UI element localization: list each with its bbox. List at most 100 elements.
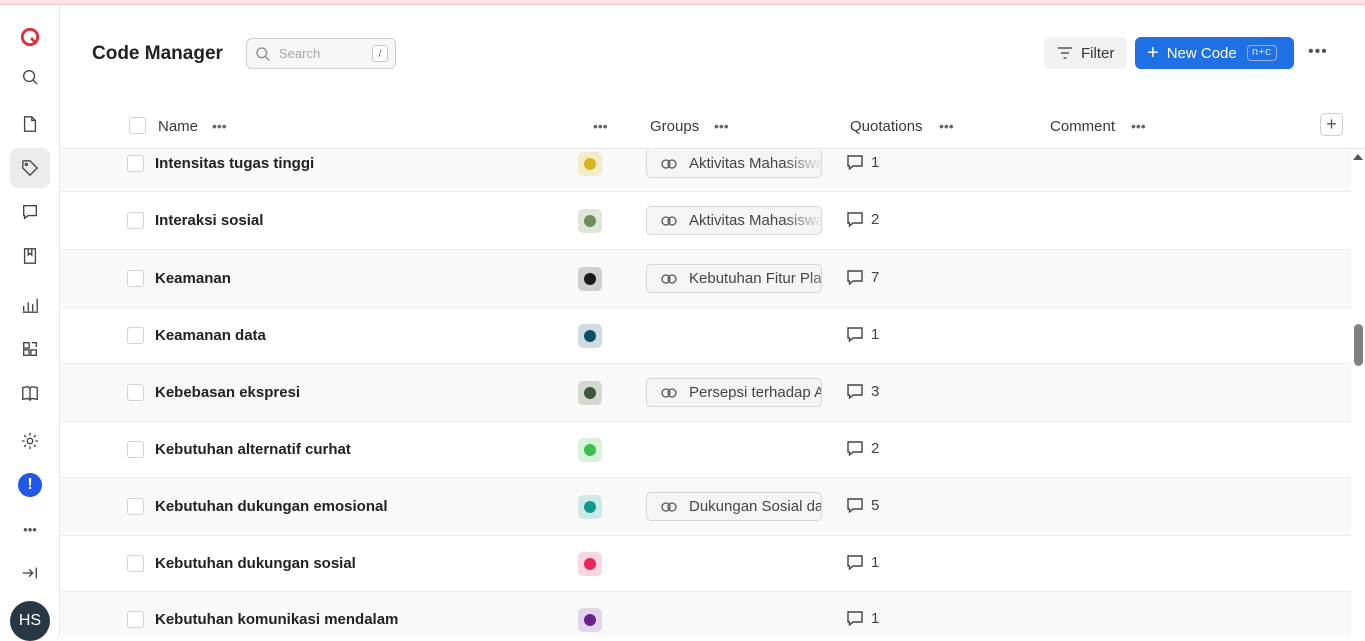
add-column-button[interactable]: + <box>1320 113 1343 136</box>
code-color-swatch[interactable] <box>578 608 602 632</box>
quotation-icon <box>847 441 863 456</box>
search-icon[interactable] <box>10 57 50 97</box>
more-icon[interactable]: ••• <box>10 509 50 549</box>
filter-button[interactable]: Filter <box>1044 37 1127 69</box>
alert-icon[interactable]: ! <box>10 465 50 505</box>
quotation-icon <box>847 555 863 570</box>
quotations-value: 1 <box>871 154 880 171</box>
group-chip[interactable]: Aktivitas Mahasiswa <box>646 206 822 235</box>
table-row[interactable]: Kebebasan ekspresi Persepsi terhadap Anon… <box>61 364 1351 422</box>
quotation-icon <box>847 212 863 227</box>
code-color-swatch[interactable] <box>578 552 602 576</box>
table-row[interactable]: Interaksi sosial Aktivitas Mahasiswa 2 <box>61 192 1351 250</box>
gear-icon[interactable] <box>10 421 50 461</box>
scroll-up-arrow[interactable] <box>1353 154 1363 160</box>
logo-icon[interactable] <box>10 17 50 57</box>
row-checkbox[interactable] <box>127 327 144 344</box>
scrollbar-thumb[interactable] <box>1354 324 1363 366</box>
code-name[interactable]: Kebutuhan komunikasi mendalam <box>155 611 398 628</box>
comment-column-menu[interactable]: ••• <box>1131 118 1146 134</box>
quotations-count[interactable]: 2 <box>847 440 879 457</box>
filter-icon <box>1058 47 1072 59</box>
table-row[interactable]: Keamanan Kebutuhan Fitur Platform 7 <box>61 250 1351 308</box>
color-dot <box>584 558 596 570</box>
book-icon[interactable] <box>10 373 50 413</box>
collapse-icon[interactable] <box>10 553 50 593</box>
row-checkbox[interactable] <box>127 212 144 229</box>
scrollbar[interactable] <box>1353 150 1365 636</box>
quotation-icon <box>847 384 863 399</box>
more-options-button[interactable]: ••• <box>1308 43 1328 61</box>
quotations-value: 1 <box>871 326 880 343</box>
code-color-swatch[interactable] <box>578 381 602 405</box>
group-label: Aktivitas Mahasiswa <box>689 155 822 172</box>
row-checkbox[interactable] <box>127 384 144 401</box>
code-color-swatch[interactable] <box>578 438 602 462</box>
color-column-menu[interactable]: ••• <box>593 118 608 134</box>
groups-column-menu[interactable]: ••• <box>714 118 729 134</box>
code-name[interactable]: Interaksi sosial <box>155 212 263 229</box>
table-row[interactable]: Kebutuhan dukungan sosial 1 <box>61 536 1351 592</box>
column-header-groups[interactable]: Groups <box>650 118 699 135</box>
avatar[interactable]: HS <box>10 601 50 641</box>
memo-icon[interactable] <box>10 236 50 276</box>
network-icon[interactable] <box>10 329 50 369</box>
quotations-count[interactable]: 1 <box>847 154 879 171</box>
code-color-swatch[interactable] <box>578 209 602 233</box>
row-checkbox[interactable] <box>127 155 144 172</box>
quotations-count[interactable]: 3 <box>847 383 879 400</box>
table-row[interactable]: Keamanan data 1 <box>61 308 1351 364</box>
code-color-swatch[interactable] <box>578 495 602 519</box>
chart-icon[interactable] <box>10 285 50 325</box>
group-chip[interactable]: Aktivitas Mahasiswa <box>646 150 822 178</box>
quotations-count[interactable]: 2 <box>847 211 879 228</box>
code-name[interactable]: Kebutuhan alternatif curhat <box>155 441 351 458</box>
code-color-swatch[interactable] <box>578 324 602 348</box>
quotation-icon <box>847 611 863 626</box>
row-checkbox[interactable] <box>127 270 144 287</box>
quotations-count[interactable]: 5 <box>847 497 879 514</box>
group-label: Kebutuhan Fitur Platform <box>689 270 822 287</box>
column-header-name[interactable]: Name <box>158 118 198 135</box>
row-checkbox[interactable] <box>127 555 144 572</box>
code-color-swatch[interactable] <box>578 267 602 291</box>
group-chip[interactable]: Persepsi terhadap Anonimitas <box>646 378 822 407</box>
quotations-column-menu[interactable]: ••• <box>939 118 954 134</box>
tag-icon[interactable] <box>10 148 50 188</box>
code-name[interactable]: Keamanan <box>155 270 231 287</box>
group-label: Aktivitas Mahasiswa <box>689 212 822 229</box>
quotations-count[interactable]: 1 <box>847 610 879 627</box>
code-color-swatch[interactable] <box>578 152 602 176</box>
quotations-count[interactable]: 1 <box>847 554 879 571</box>
code-name[interactable]: Kebutuhan dukungan emosional <box>155 498 388 515</box>
color-dot <box>584 614 596 626</box>
group-label: Dukungan Sosial dan Emosional <box>689 498 821 515</box>
group-chip[interactable]: Kebutuhan Fitur Platform <box>646 264 822 293</box>
name-column-menu[interactable]: ••• <box>212 118 227 134</box>
quotations-count[interactable]: 7 <box>847 269 879 286</box>
table-row[interactable]: Kebutuhan komunikasi mendalam 1 <box>61 592 1351 636</box>
column-header-quotations[interactable]: Quotations <box>850 118 923 135</box>
document-icon[interactable] <box>10 104 50 144</box>
search-box[interactable]: / <box>246 38 396 69</box>
code-name[interactable]: Kebebasan ekspresi <box>155 384 300 401</box>
code-name[interactable]: Keamanan data <box>155 327 266 344</box>
quotations-count[interactable]: 1 <box>847 326 879 343</box>
row-checkbox[interactable] <box>127 441 144 458</box>
code-name[interactable]: Kebutuhan dukungan sosial <box>155 555 356 572</box>
table-row[interactable]: Kebutuhan dukungan emosional Dukungan Sos… <box>61 478 1351 536</box>
color-dot <box>584 330 596 342</box>
group-chip[interactable]: Dukungan Sosial dan Emosional <box>646 492 822 521</box>
new-code-button[interactable]: + New Code n+c <box>1135 37 1294 69</box>
search-input[interactable] <box>279 46 374 61</box>
link-icon <box>661 158 677 169</box>
table-row[interactable]: Intensitas tugas tinggi Aktivitas Mahasis… <box>61 150 1351 192</box>
row-checkbox[interactable] <box>127 498 144 515</box>
row-checkbox[interactable] <box>127 611 144 628</box>
comment-icon[interactable] <box>10 192 50 232</box>
link-icon <box>661 387 677 398</box>
table-row[interactable]: Kebutuhan alternatif curhat 2 <box>61 422 1351 478</box>
select-all-checkbox[interactable] <box>129 117 146 134</box>
column-header-comment[interactable]: Comment <box>1050 118 1115 135</box>
code-name[interactable]: Intensitas tugas tinggi <box>155 155 314 172</box>
